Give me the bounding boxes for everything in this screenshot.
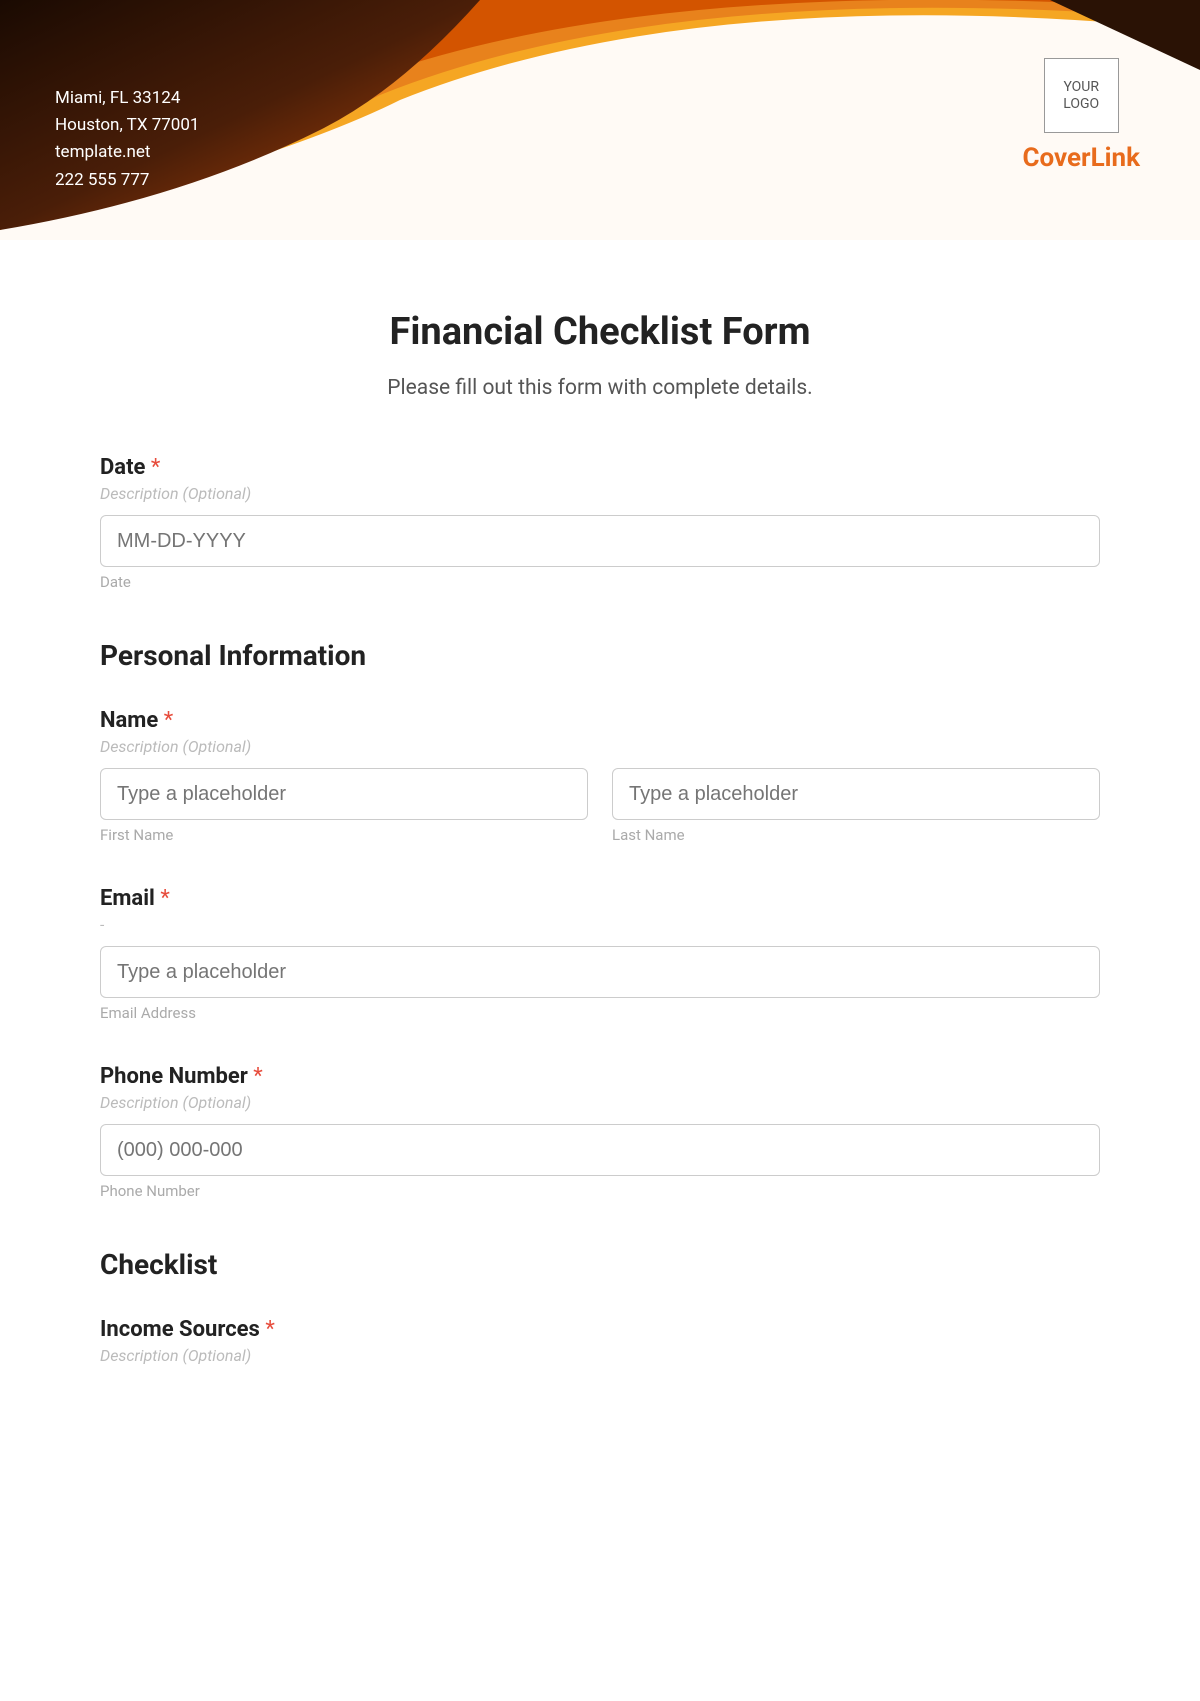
name-description: Description (Optional) — [100, 737, 1100, 756]
email-description: - — [100, 915, 1100, 934]
name-label: Name * — [100, 708, 1100, 733]
email-label: Email * — [100, 886, 1100, 911]
form-subtitle: Please fill out this form with complete … — [100, 376, 1100, 400]
required-mark: * — [265, 1317, 274, 1342]
logo-block: YOUR LOGO CoverLink — [1023, 58, 1140, 173]
form-title: Financial Checklist Form — [100, 310, 1100, 354]
email-input[interactable] — [100, 946, 1100, 998]
contact-info: Miami, FL 33124 Houston, TX 77001 templa… — [55, 85, 199, 194]
checklist-heading: Checklist — [100, 1248, 1100, 1281]
required-mark: * — [160, 886, 169, 911]
phone-description: Description (Optional) — [100, 1093, 1100, 1112]
first-name-sublabel: First Name — [100, 826, 588, 844]
last-name-input[interactable] — [612, 768, 1100, 820]
date-sublabel: Date — [100, 573, 1100, 591]
required-mark: * — [151, 455, 160, 480]
phone-label: Phone Number * — [100, 1064, 1100, 1089]
date-field-group: Date * Description (Optional) Date — [100, 455, 1100, 591]
logo-placeholder: YOUR LOGO — [1044, 58, 1119, 133]
contact-line-3: template.net — [55, 139, 199, 166]
last-name-sublabel: Last Name — [612, 826, 1100, 844]
email-field-group: Email * - Email Address — [100, 886, 1100, 1022]
required-mark: * — [164, 708, 173, 733]
date-input[interactable] — [100, 515, 1100, 567]
header-banner: Miami, FL 33124 Houston, TX 77001 templa… — [0, 0, 1200, 240]
date-description: Description (Optional) — [100, 484, 1100, 503]
phone-input[interactable] — [100, 1124, 1100, 1176]
email-sublabel: Email Address — [100, 1004, 1100, 1022]
income-field-group: Income Sources * Description (Optional) — [100, 1317, 1100, 1365]
form-container: Financial Checklist Form Please fill out… — [0, 240, 1200, 1365]
income-description: Description (Optional) — [100, 1346, 1100, 1365]
brand-name: CoverLink — [1023, 143, 1140, 173]
first-name-input[interactable] — [100, 768, 588, 820]
required-mark: * — [253, 1064, 262, 1089]
date-label: Date * — [100, 455, 1100, 480]
income-label: Income Sources * — [100, 1317, 1100, 1342]
personal-info-heading: Personal Information — [100, 639, 1100, 672]
name-field-group: Name * Description (Optional) First Name… — [100, 708, 1100, 844]
contact-line-1: Miami, FL 33124 — [55, 85, 199, 112]
contact-line-4: 222 555 777 — [55, 167, 199, 194]
phone-field-group: Phone Number * Description (Optional) Ph… — [100, 1064, 1100, 1200]
contact-line-2: Houston, TX 77001 — [55, 112, 199, 139]
phone-sublabel: Phone Number — [100, 1182, 1100, 1200]
